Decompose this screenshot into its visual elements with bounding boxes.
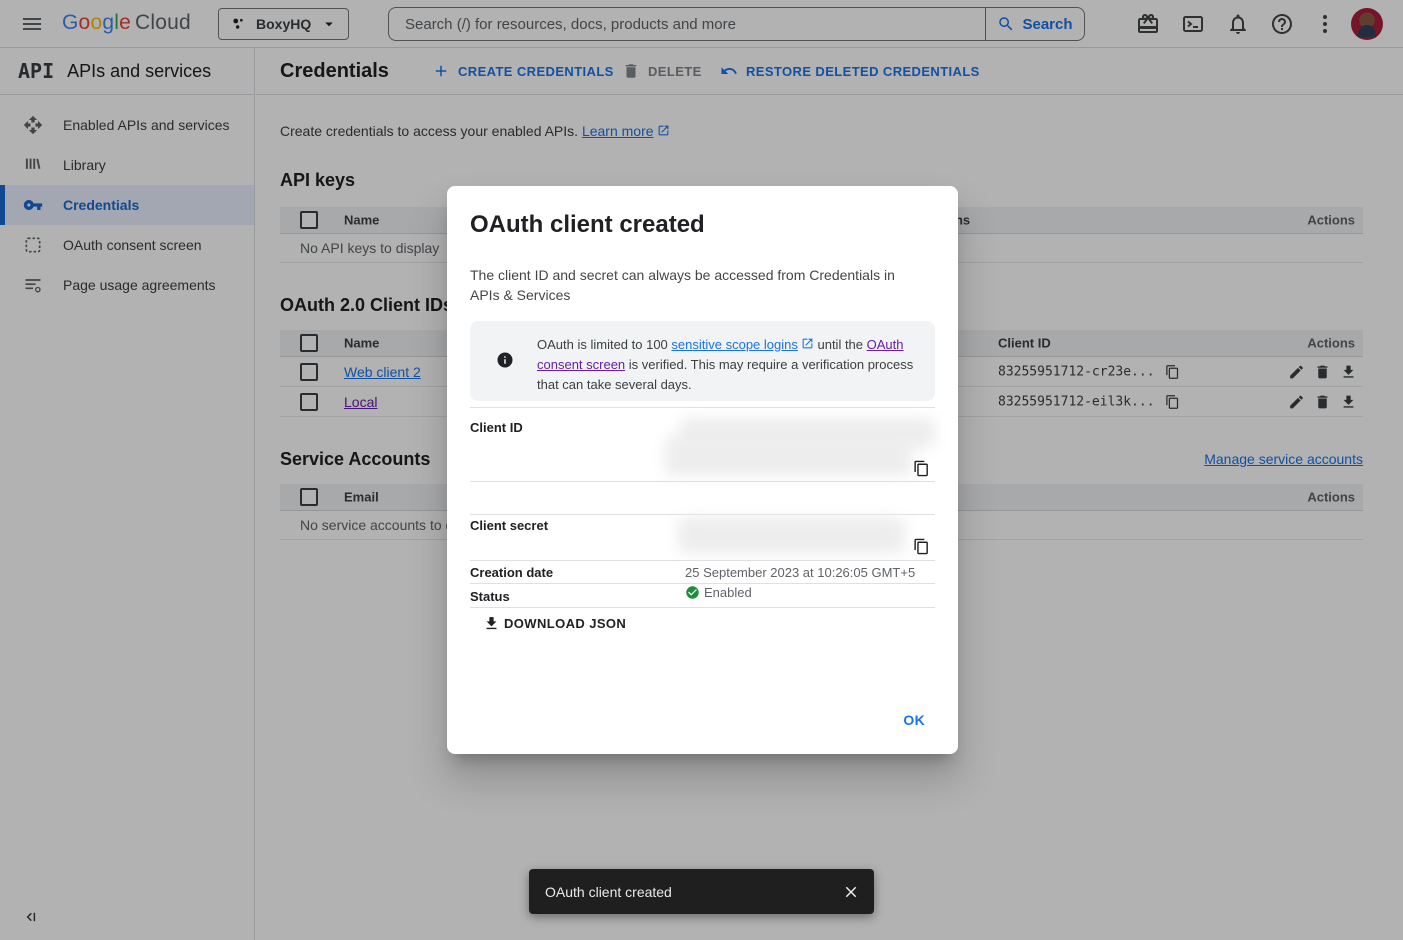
info-icon <box>496 351 514 369</box>
ok-button[interactable]: OK <box>895 708 933 732</box>
close-icon[interactable] <box>842 883 860 901</box>
divider <box>470 560 935 561</box>
toast-snackbar: OAuth client created <box>529 869 874 914</box>
divider <box>470 407 935 408</box>
divider <box>470 583 935 584</box>
divider <box>470 607 935 608</box>
download-json-button[interactable]: DOWNLOAD JSON <box>483 615 626 632</box>
divider <box>470 514 935 515</box>
client-secret-label: Client secret <box>470 518 548 533</box>
notice-text: OAuth is limited to 100 sensitive scope … <box>537 335 921 401</box>
download-icon <box>483 615 500 632</box>
oauth-limit-notice: OAuth is limited to 100 sensitive scope … <box>470 321 935 401</box>
copy-client-secret-icon[interactable] <box>913 538 930 555</box>
dialog-title: OAuth client created <box>470 211 705 239</box>
client-secret-redacted-value <box>678 517 905 553</box>
google-cloud-console: GoogleCloud BoxyHQ Search <box>0 0 1403 940</box>
notice-mid: until the <box>814 337 867 352</box>
notice-pre: OAuth is limited to 100 <box>537 337 671 352</box>
divider <box>470 481 935 482</box>
sensitive-scope-logins-link[interactable]: sensitive scope logins <box>671 337 797 352</box>
external-link-icon <box>801 337 814 350</box>
creation-date-value: 25 September 2023 at 10:26:05 GMT+5 <box>685 565 915 580</box>
client-id-redacted-value <box>665 436 912 476</box>
creation-date-label: Creation date <box>470 565 553 580</box>
status-badge: Enabled <box>685 585 752 600</box>
oauth-client-created-dialog: OAuth client created The client ID and s… <box>447 186 958 754</box>
toast-message: OAuth client created <box>545 884 672 900</box>
status-value: Enabled <box>704 585 752 600</box>
check-circle-icon <box>685 585 700 600</box>
client-id-label: Client ID <box>470 420 523 435</box>
status-label: Status <box>470 589 510 604</box>
download-json-label: DOWNLOAD JSON <box>504 616 626 631</box>
dialog-description: The client ID and secret can always be a… <box>470 265 912 305</box>
copy-client-id-icon[interactable] <box>913 460 930 477</box>
